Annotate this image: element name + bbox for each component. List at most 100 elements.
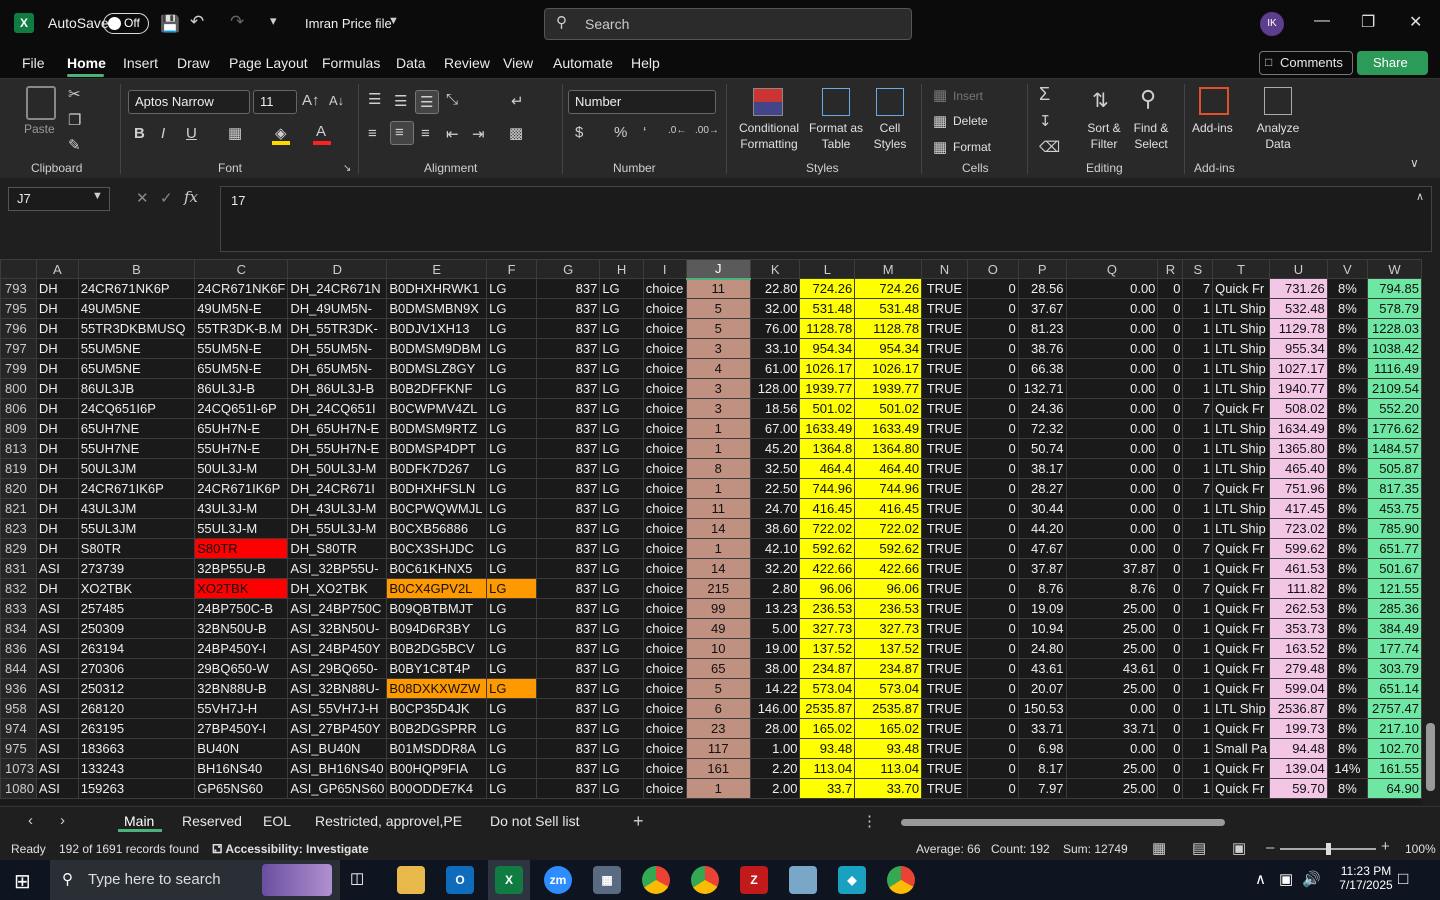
sheet-tab-reserved[interactable]: Reserved <box>182 813 242 829</box>
cell-p[interactable]: 19.09 <box>1017 598 1067 619</box>
orientation-icon[interactable]: ⤡ <box>446 91 458 108</box>
cell-j[interactable]: 11 <box>685 498 751 519</box>
cell-e[interactable]: B0CWPMV4ZL <box>386 398 488 419</box>
cell-w[interactable]: 1038.42 <box>1367 338 1422 359</box>
cell-h[interactable]: LG <box>599 338 644 359</box>
cell-k[interactable]: 33.10 <box>749 338 801 359</box>
cell-s[interactable]: 1 <box>1182 558 1214 579</box>
horizontal-scroll-thumb[interactable] <box>901 819 1225 826</box>
cell-q[interactable]: 0.00 <box>1065 358 1159 379</box>
cell-h[interactable]: LG <box>599 758 644 779</box>
cell-e[interactable]: B0DHXHRWK1 <box>386 278 488 299</box>
cell-n[interactable]: TRUE <box>921 578 968 599</box>
row-header[interactable]: 833 <box>0 598 37 619</box>
cell-j[interactable]: 5 <box>685 298 751 319</box>
cell-j[interactable]: 99 <box>685 598 751 619</box>
cell-i[interactable]: choice <box>642 678 687 699</box>
cell-r[interactable]: 0 <box>1157 598 1184 619</box>
cell-q[interactable]: 25.00 <box>1065 758 1159 779</box>
paste-label[interactable]: Paste <box>24 121 55 137</box>
cell-u[interactable]: 139.04 <box>1269 758 1328 779</box>
column-header-j[interactable]: J <box>685 259 751 280</box>
row-header[interactable]: 975 <box>0 738 37 759</box>
cell-j[interactable]: 65 <box>685 658 751 679</box>
cell-b[interactable]: 263194 <box>77 638 196 659</box>
app-icon-2[interactable]: ◆ <box>838 866 866 894</box>
row-header[interactable]: 1073 <box>0 758 37 779</box>
cell-o[interactable]: 0 <box>966 318 1019 339</box>
cell-v[interactable]: 8% <box>1326 318 1369 339</box>
cell-c[interactable]: GP65NS60 <box>194 778 289 799</box>
sheet-tab-main[interactable]: Main <box>124 813 154 829</box>
cell-b[interactable]: 24CR671IK6P <box>77 478 196 499</box>
cell-p[interactable]: 28.27 <box>1017 478 1067 499</box>
cell-w[interactable]: 552.20 <box>1367 398 1422 419</box>
formula-input[interactable]: 17 <box>220 186 1432 252</box>
cell-d[interactable]: ASI_29BQ650- <box>287 658 388 679</box>
cell-h[interactable]: LG <box>599 598 644 619</box>
cell-a[interactable]: DH <box>35 578 79 599</box>
cell-o[interactable]: 0 <box>966 598 1019 619</box>
cell-p[interactable]: 150.53 <box>1017 698 1067 719</box>
cell-b[interactable]: 43UL3JM <box>77 498 196 519</box>
cell-t[interactable]: Quick Fr <box>1212 578 1271 599</box>
cell-e[interactable]: B00HQP9FIA <box>386 758 488 779</box>
find-icon[interactable]: ⚲ <box>1140 86 1156 112</box>
cell-d[interactable]: DH_S80TR <box>287 538 388 559</box>
cell-p[interactable]: 24.36 <box>1017 398 1067 419</box>
cell-r[interactable]: 0 <box>1157 398 1184 419</box>
insert-function-icon[interactable]: fx <box>184 188 198 206</box>
row-header[interactable]: 819 <box>0 458 37 479</box>
cell-k[interactable]: 42.10 <box>749 538 801 559</box>
cell-f[interactable]: LG <box>486 318 538 339</box>
cell-i[interactable]: choice <box>642 278 687 299</box>
cell-b[interactable]: S80TR <box>77 538 196 559</box>
tab-insert[interactable]: Insert <box>123 55 158 71</box>
notifications-icon[interactable]: □ <box>1398 869 1408 889</box>
cell-p[interactable]: 47.67 <box>1017 538 1067 559</box>
cell-l[interactable]: 96.06 <box>799 578 856 599</box>
cell-v[interactable]: 8% <box>1326 518 1369 539</box>
cell-m[interactable]: 744.96 <box>854 478 923 499</box>
cell-w[interactable]: 501.67 <box>1367 558 1422 579</box>
row-header[interactable]: 823 <box>0 518 37 539</box>
row-header[interactable]: 813 <box>0 438 37 459</box>
select-all-corner[interactable] <box>0 259 37 279</box>
cell-j[interactable]: 14 <box>685 518 751 539</box>
tab-page-layout[interactable]: Page Layout <box>229 55 308 71</box>
cell-a[interactable]: DH <box>35 338 79 359</box>
cell-t[interactable]: Quick Fr <box>1212 678 1271 699</box>
cell-d[interactable]: DH_43UL3J-M <box>287 498 388 519</box>
cell-f[interactable]: LG <box>486 398 538 419</box>
cell-b[interactable]: 65UM5NE <box>77 358 196 379</box>
cell-b[interactable]: 257485 <box>77 598 196 619</box>
cell-o[interactable]: 0 <box>966 718 1019 739</box>
cell-u[interactable]: 1940.77 <box>1269 378 1328 399</box>
cell-l[interactable]: 165.02 <box>799 718 856 739</box>
row-header[interactable]: 958 <box>0 698 37 719</box>
cell-l[interactable]: 236.53 <box>799 598 856 619</box>
cell-h[interactable]: LG <box>599 718 644 739</box>
chrome-profile-icon-2[interactable] <box>887 866 915 894</box>
page-break-view-icon[interactable]: ▣ <box>1232 839 1246 857</box>
cell-r[interactable]: 0 <box>1157 378 1184 399</box>
cell-d[interactable]: DH_50UL3J-M <box>287 458 388 479</box>
cell-h[interactable]: LG <box>599 378 644 399</box>
tab-data[interactable]: Data <box>396 55 426 71</box>
cell-u[interactable]: 599.04 <box>1269 678 1328 699</box>
cell-j[interactable]: 161 <box>685 758 751 779</box>
cell-n[interactable]: TRUE <box>921 658 968 679</box>
cell-w[interactable]: 1776.62 <box>1367 418 1422 439</box>
font-size-select[interactable]: 11 <box>253 90 297 114</box>
cell-q[interactable]: 0.00 <box>1065 458 1159 479</box>
cell-j[interactable]: 1 <box>685 778 751 799</box>
cell-t[interactable]: Small Pa <box>1212 738 1271 759</box>
analyze-data-button[interactable]: Analyze Data <box>1254 120 1302 152</box>
cell-v[interactable]: 8% <box>1326 538 1369 559</box>
cell-w[interactable]: 651.14 <box>1367 678 1422 699</box>
cell-a[interactable]: DH <box>35 438 79 459</box>
cell-q[interactable]: 25.00 <box>1065 678 1159 699</box>
cell-f[interactable]: LG <box>486 558 538 579</box>
cell-v[interactable]: 8% <box>1326 498 1369 519</box>
cell-a[interactable]: DH <box>35 398 79 419</box>
